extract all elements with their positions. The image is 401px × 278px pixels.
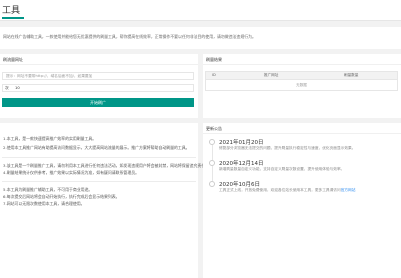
col-url: 推广网址 [264,73,279,77]
timeline-line [211,166,213,181]
website-link[interactable]: 官方网站 [341,188,356,192]
intro-card: 网站在线广告辅助工具，一款使用并能给您无优惠提供的刷量工具，帮你提高在线效率，正… [0,27,401,49]
tip-item: 5.本工具为刷量推广辅助工具，不可用于商业用途。 [3,187,93,192]
results-table-header: ID 推广网址 刷量数量 [205,71,398,80]
timeline-date: 2020年12月14日 [219,161,264,167]
results-card-title: 刷量结果 [206,57,222,62]
tip-item: 1.本工具，是一款快速提高推广效率的实用刷量工具。 [3,136,97,141]
top-bar: 工具 [0,0,401,21]
form-card: 刷流量网址 提示：网址不要带http://，域名后面不加/，如果要加 次 10 … [0,54,198,118]
timeline-text: 新增刷量数量自定义功能，支持自定义刷量次数设置，提升使用体验与效率。 [219,167,345,171]
tip-item: 6.每次提交后网站将会自动开始执行，执行完成后会显示结果列表。 [3,194,120,199]
form-card-header: 刷流量网址 [0,54,198,65]
results-table-body: 无数据 [205,80,398,91]
start-button[interactable]: 开始刷广 [2,98,194,107]
col-id: ID [212,73,216,77]
results-card-header: 刷量结果 [203,54,401,65]
changelog-card-header: 更新公告 [203,123,401,134]
divider [2,181,196,182]
results-card: 刷量结果 ID 推广网址 刷量数量 无数据 [203,54,401,118]
divider [2,157,196,158]
count-value: 10 [15,86,20,90]
tip-item: 7.网站可以无限次数使用本工具，请合理使用。 [3,201,85,206]
empty-state: 无数据 [296,83,307,87]
tab-indicator [2,17,24,19]
count-prefix: 次 [5,86,9,90]
url-input[interactable]: 提示：网址不要带http://，域名后面不加/，如果要加 [2,72,194,80]
count-input[interactable]: 次 10 [2,84,194,92]
timeline-text: 工具正式上线，开放免费使用，欢迎各位站长使用本工具，更多工具请访问官方网站 [219,188,355,193]
timeline-line [211,145,213,160]
tip-item: 4.刷量结果统计仅供参考，推广效果以实际情况为准，如有疑问请联系管理员。 [3,170,139,175]
timeline-dot-icon [209,181,215,187]
results-table: ID 推广网址 刷量数量 无数据 [205,71,398,91]
form-card-title: 刷流量网址 [3,57,23,62]
tip-item: 2.使用本工具推广网站有助提高访问数据显示，大大提高网站流量的展示。推广方案将帮… [3,145,190,150]
changelog-card: 更新公告 2021年01月20日 修复部分浏览器无法提交的问题，提升刷量执行稳定… [203,123,401,278]
changelog-card-title: 更新公告 [206,126,222,131]
page-title: 工具 [2,6,21,16]
tips-card: 1.本工具，是一款快速提高推广效率的实用刷量工具。 2.使用本工具推广网站有助提… [0,123,221,278]
intro-text: 网站在线广告辅助工具，一款使用并能给您无优惠提供的刷量工具，帮你提高在线效率，正… [3,34,256,39]
timeline-date: 2021年01月20日 [219,140,264,146]
col-count: 刷量数量 [344,73,359,77]
timeline-date: 2020年10月6日 [219,182,260,188]
tip-item: 3.该工具是一个刷量推广工具，请勿利用本工具进行任何违法活动，如发现违规用户将会… [3,163,221,168]
timeline-text: 修复部分浏览器无法提交的问题，提升刷量执行稳定性与速度，优化页面显示效果。 [219,146,356,150]
timeline-text-body: 工具正式上线，开放免费使用，欢迎各位站长使用本工具，更多工具请访问 [219,188,341,192]
